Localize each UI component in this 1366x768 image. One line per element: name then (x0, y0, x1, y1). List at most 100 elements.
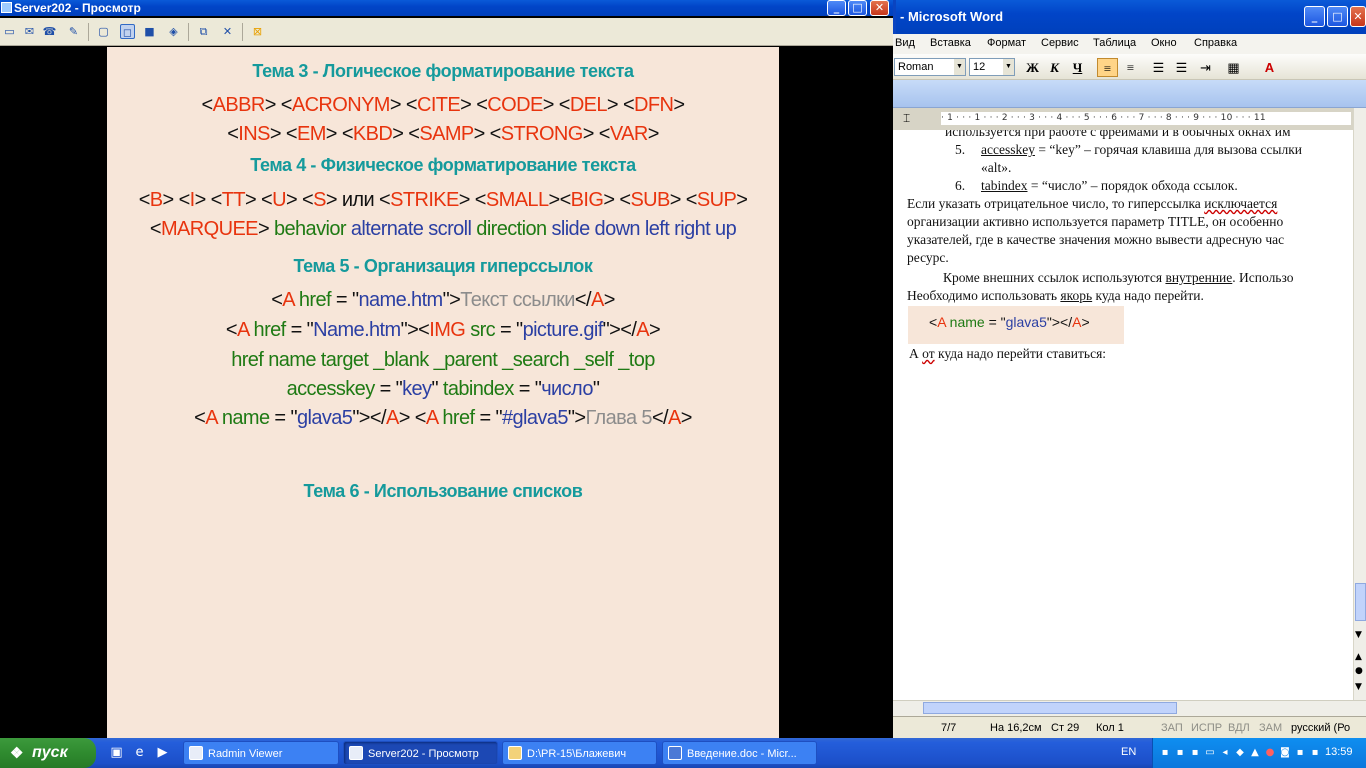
menu-format[interactable]: Формат (987, 37, 1026, 49)
prev-page-icon[interactable]: ▲ (1355, 652, 1362, 662)
task-server-view[interactable]: Server202 - Просмотр (343, 741, 498, 765)
network-icon[interactable]: ▪ (1189, 746, 1201, 759)
text-run: ">< (400, 319, 430, 341)
status-rec[interactable]: ЗАП (1161, 722, 1183, 734)
numbered-list-icon[interactable]: ☰ (1148, 58, 1169, 77)
text-run: accesskey (286, 378, 376, 400)
chat-icon[interactable]: ✉ (22, 24, 37, 39)
text-run: < (194, 407, 206, 429)
menu-tools[interactable]: Сервис (1041, 37, 1079, 49)
antivirus-icon[interactable]: ◆ (1234, 746, 1246, 759)
borders-icon[interactable]: ▦ (1223, 58, 1244, 77)
word-close-button[interactable]: ✕ (1350, 6, 1366, 27)
horizontal-scrollbar[interactable] (893, 700, 1366, 715)
bold-button[interactable]: Ж (1022, 58, 1043, 77)
align-center-icon[interactable]: ≡ (1120, 58, 1141, 77)
record-icon[interactable]: ● (1264, 746, 1276, 759)
list-item: tabindex = “число” – порядок обхода ссыл… (981, 178, 1238, 194)
task-label: Server202 - Просмотр (368, 748, 479, 760)
doc-text: указателей, где в качестве значения можн… (907, 232, 1285, 247)
tags-line: <B> <I> <TT> <U> <S> или <STRIKE> <SMALL… (107, 189, 779, 212)
text-run: ABBR (212, 94, 266, 116)
menu-view[interactable]: Вид (895, 37, 915, 49)
status-trk[interactable]: ИСПР (1191, 722, 1222, 734)
menu-insert[interactable]: Вставка (930, 37, 971, 49)
network-icon[interactable]: ▪ (1174, 746, 1186, 759)
my-computer-icon[interactable]: ▣ (108, 744, 125, 761)
browse-object-icon[interactable]: ● (1355, 666, 1363, 676)
internet-explorer-icon[interactable]: e (131, 744, 148, 761)
next-page-icon[interactable]: ▼ (1355, 682, 1362, 692)
status-ext[interactable]: ВДЛ (1228, 722, 1250, 734)
font-name-select[interactable]: Roman ▼ (894, 58, 966, 76)
scrollbar-thumb[interactable] (923, 702, 1177, 714)
app-tray-icon[interactable]: ▪ (1294, 746, 1306, 759)
update-icon[interactable]: ◙ (1279, 746, 1291, 759)
font-color-icon[interactable]: A (1259, 58, 1280, 77)
align-left-icon[interactable]: ≡ (1097, 58, 1118, 77)
language-indicator[interactable]: EN (1121, 746, 1136, 758)
italic-button[interactable]: К (1044, 58, 1065, 77)
copy-icon[interactable]: ⧉ (196, 24, 211, 39)
text-run: > или < (325, 189, 391, 211)
display-icon[interactable]: ▭ (1204, 746, 1216, 759)
menu-window[interactable]: Окно (1151, 37, 1177, 49)
scrollbar-thumb[interactable] (1355, 583, 1366, 621)
code-line: <A href = "Name.htm"><IMG src = "picture… (107, 319, 779, 342)
font-name-value: Roman (898, 61, 934, 73)
pasted-code-image[interactable]: <A name = "glava5"></A> (908, 306, 1124, 344)
list-number: 5. (955, 142, 966, 157)
viewer-toolbar: ▭ ✉ ☎ ✎ ▢ ◻ ■ ◈ ⧉ ✕ ⊠ (0, 18, 893, 46)
task-word-document[interactable]: Введение.doc - Micr... (662, 741, 817, 765)
word-minimize-button[interactable]: _ (1304, 6, 1325, 27)
security-icon[interactable]: ▲ (1249, 746, 1261, 759)
tab-stop-icon[interactable]: ⌶ (903, 111, 910, 126)
scroll-down-icon[interactable]: ▼ (1355, 630, 1362, 640)
maximize-button[interactable]: □ (848, 0, 867, 16)
text-run: = " (495, 319, 523, 341)
volume-icon[interactable]: ◂ (1219, 746, 1231, 759)
media-player-icon[interactable]: ▶ (154, 744, 171, 761)
vertical-scrollbar[interactable]: ▼ ▲ ● ▼ (1353, 108, 1366, 700)
text-run: A (282, 289, 294, 311)
monitor-icon[interactable]: ▭ (2, 24, 17, 39)
fit-icon[interactable]: ◈ (166, 24, 181, 39)
indent-icon[interactable]: ⇥ (1195, 58, 1216, 77)
presentation-slide: Тема 3 - Логическое форматирование текст… (107, 47, 779, 738)
tags-line: <MARQUEE> behavior alternate scroll dire… (107, 218, 779, 241)
close-button[interactable]: ✕ (870, 0, 889, 16)
bullet-list-icon[interactable]: ☰ (1171, 58, 1192, 77)
start-button[interactable]: ❖ пуск (0, 738, 96, 768)
doc-text: Если указать отрицательное число, то гип… (907, 196, 1277, 212)
disconnect-icon[interactable]: ⊠ (250, 24, 265, 39)
chevron-down-icon[interactable]: ▼ (954, 59, 965, 75)
document-page[interactable]: используется при работе с фреймами и в о… (893, 130, 1353, 700)
minimize-button[interactable]: _ (827, 0, 846, 16)
network-icon[interactable]: ▪ (1159, 746, 1171, 759)
text-run: > < (392, 123, 420, 145)
underline-button[interactable]: Ч (1067, 58, 1088, 77)
task-folder[interactable]: D:\PR-15\Блажевич (502, 741, 657, 765)
task-radmin-viewer[interactable]: Radmin Viewer (183, 741, 339, 765)
chevron-down-icon[interactable]: ▼ (1003, 59, 1014, 75)
menu-table[interactable]: Таблица (1093, 37, 1136, 49)
doc-text: «alt». (981, 160, 1012, 175)
word-maximize-button[interactable]: □ (1327, 6, 1348, 27)
word-titlebar[interactable]: - Microsoft Word (893, 0, 1366, 34)
message-icon[interactable]: ✎ (66, 24, 81, 39)
status-position: На 16,2см (990, 722, 1042, 734)
doc-text: куда надо перейти ставиться: (934, 346, 1107, 361)
text-run: = " (269, 407, 297, 429)
status-ovr[interactable]: ЗАМ (1259, 722, 1282, 734)
window-icon[interactable]: ▢ (96, 24, 111, 39)
text-run: DEL (569, 94, 608, 116)
scale-icon[interactable]: ■ (142, 24, 157, 39)
fullscreen-icon[interactable]: ◻ (120, 24, 135, 39)
app-tray-icon[interactable]: ▪ (1309, 746, 1321, 759)
phone-icon[interactable]: ☎ (42, 24, 57, 39)
viewer-titlebar[interactable]: Server202 - Просмотр (0, 0, 893, 16)
font-size-select[interactable]: 12 ▼ (969, 58, 1015, 76)
tools-icon[interactable]: ✕ (220, 24, 235, 39)
text-run: > < (473, 123, 502, 145)
menu-help[interactable]: Справка (1194, 37, 1237, 49)
